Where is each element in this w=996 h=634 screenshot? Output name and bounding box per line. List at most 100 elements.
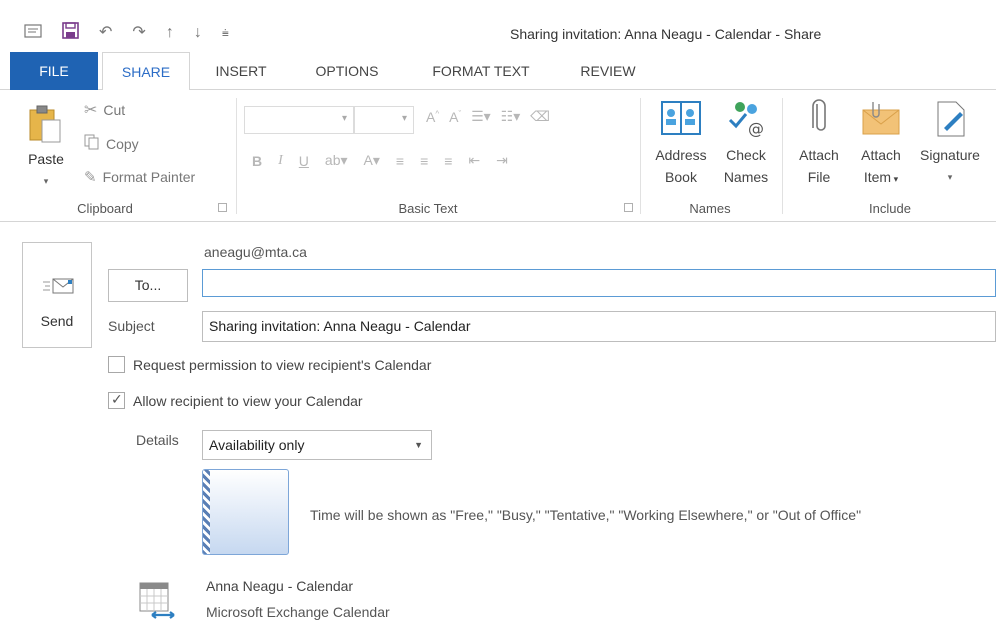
attach-item-label-1: Attach [861,147,901,163]
scissors-icon: ✂ [84,102,98,119]
send-label: Send [40,313,74,329]
calendar-name: Anna Neagu - Calendar [206,578,354,594]
basic-text-group-label: Basic Text [398,201,458,216]
request-permission-checkbox[interactable] [108,356,125,373]
address-book-label-2: Book [665,169,697,185]
signature-button[interactable]: Signature ▾ [912,98,988,188]
font-size-buttons: A^ Aˇ ☰▾ ☷▾ ⌫ [426,108,550,125]
align-right-icon[interactable]: ≡ [444,153,452,169]
ribbon: Paste ▾ ✂ Cut Copy ✎ Format Painter Clip… [0,90,996,222]
font-name-combo[interactable]: ▾ [244,106,354,134]
clipboard-launcher-icon[interactable] [218,203,227,212]
align-center-icon[interactable]: ≡ [420,153,428,169]
check-names-label-1: Check [726,147,766,163]
allow-view-row[interactable]: ✓ Allow recipient to view your Calendar [108,391,363,409]
ribbon-separator [236,98,237,214]
paperclip-icon [812,99,826,131]
include-group-label: Include [869,201,911,216]
request-permission-row[interactable]: Request permission to view recipient's C… [108,356,431,373]
window-title: Sharing invitation: Anna Neagu - Calenda… [510,26,822,42]
signature-icon [937,101,965,137]
redo-icon[interactable]: ↷ [132,24,145,42]
up-arrow-icon[interactable]: ↑ [166,24,174,42]
attach-item-icon [862,102,900,135]
increase-indent-icon[interactable]: ⇥ [496,152,508,169]
font-size-combo[interactable]: ▾ [354,106,414,134]
bullets-icon[interactable]: ☰▾ [471,108,491,125]
to-button[interactable]: To... [108,269,188,302]
signature-label: Signature [920,147,980,163]
attach-item-label-2: Item ▾ [863,169,899,185]
subject-field[interactable]: Sharing invitation: Anna Neagu - Calenda… [202,311,996,342]
tab-format-text[interactable]: FORMAT TEXT [414,52,548,90]
chevron-down-icon: ▼ [414,440,423,450]
subject-label: Subject [108,318,155,334]
tentative-stripe [203,470,210,554]
paste-dropdown-icon[interactable]: ▾ [16,170,76,192]
paste-icon [29,105,61,143]
send-button[interactable]: Send [22,242,92,348]
checkmark-icon: ✓ [111,391,123,407]
ribbon-separator [782,98,783,214]
paste-label: Paste [28,151,64,167]
details-dropdown[interactable]: Availability only ▼ [202,430,432,460]
message-icon [24,23,42,43]
tab-insert[interactable]: INSERT [204,52,278,90]
address-book-label-1: Address [655,147,707,163]
basic-text-launcher-icon[interactable] [624,203,633,212]
align-left-icon[interactable]: ≡ [396,153,404,169]
availability-description: Time will be shown as "Free," "Busy," "T… [310,507,862,523]
from-address: aneagu@mta.ca [204,244,307,260]
address-book-icon [661,101,701,135]
tab-file[interactable]: FILE [10,52,98,90]
format-painter-label: Format Painter [102,169,196,185]
down-arrow-icon[interactable]: ↓ [194,24,202,42]
details-value: Availability only [209,437,305,453]
request-permission-label: Request permission to view recipient's C… [133,356,432,373]
decrease-indent-icon[interactable]: ⇤ [468,152,480,169]
attach-item-button[interactable]: Attach Item ▾ [850,98,912,190]
paste-button[interactable]: Paste ▾ [16,94,76,192]
ribbon-tabs: FILE SHARE INSERT OPTIONS FORMAT TEXT RE… [0,52,996,91]
signature-dropdown-icon[interactable]: ▾ [912,166,988,188]
underline-button[interactable]: U [299,153,309,169]
allow-view-checkbox[interactable]: ✓ [108,391,125,409]
undo-icon[interactable]: ↶ [99,24,112,42]
svg-text:@: @ [748,119,764,138]
check-names-button[interactable]: @ Check Names [714,98,778,188]
copy-icon [84,134,100,153]
tab-options[interactable]: OPTIONS [300,52,394,90]
title-bar: ↶ ↷ ↑ ↓ ⩧ Sharing invitation: Anna Neagu… [0,14,996,50]
font-color-icon[interactable]: A▾ [364,152,380,169]
customize-icon[interactable]: ⩧ [222,24,229,42]
clipboard-group-label: Clipboard [77,201,133,216]
cut-button[interactable]: ✂ Cut [84,100,125,120]
copy-button[interactable]: Copy [84,134,139,153]
to-field[interactable] [202,269,996,297]
clear-format-icon[interactable]: ⌫ [530,108,550,125]
numbering-icon[interactable]: ☷▾ [501,108,521,125]
calendar-type: Microsoft Exchange Calendar [206,604,390,620]
allow-view-label: Allow recipient to view your Calendar [133,392,363,409]
format-painter-button[interactable]: ✎ Format Painter [84,168,195,186]
attach-file-button[interactable]: Attach File [788,98,850,188]
send-icon [43,278,74,294]
tab-share[interactable]: SHARE [102,52,190,91]
save-icon[interactable] [62,22,79,44]
italic-button[interactable]: I [278,153,283,169]
shrink-font-icon[interactable]: Aˇ [449,109,461,125]
basic-text-group: ▾ ▾ A^ Aˇ ☰▾ ☷▾ ⌫ B I U ab▾ A▾ ≡ ≡ ≡ ⇤ ⇥… [238,94,638,218]
format-buttons: B I U ab▾ A▾ ≡ ≡ ≡ ⇤ ⇥ [252,152,508,169]
tab-review[interactable]: REVIEW [568,52,648,90]
copy-label: Copy [106,135,139,152]
availability-preview [202,469,289,555]
attach-file-label-2: File [807,169,831,185]
names-group: Address Book @ Check Names Names [642,94,778,218]
address-book-button[interactable]: Address Book [648,98,714,188]
highlight-icon[interactable]: ab▾ [325,152,348,169]
bold-button[interactable]: B [252,153,262,169]
grow-font-icon[interactable]: A^ [426,109,439,125]
clipboard-group: Paste ▾ ✂ Cut Copy ✎ Format Painter Clip… [0,94,234,218]
include-group: Attach File Attach Item ▾ Signature ▾ In… [784,94,996,218]
format-painter-icon: ✎ [84,169,97,186]
